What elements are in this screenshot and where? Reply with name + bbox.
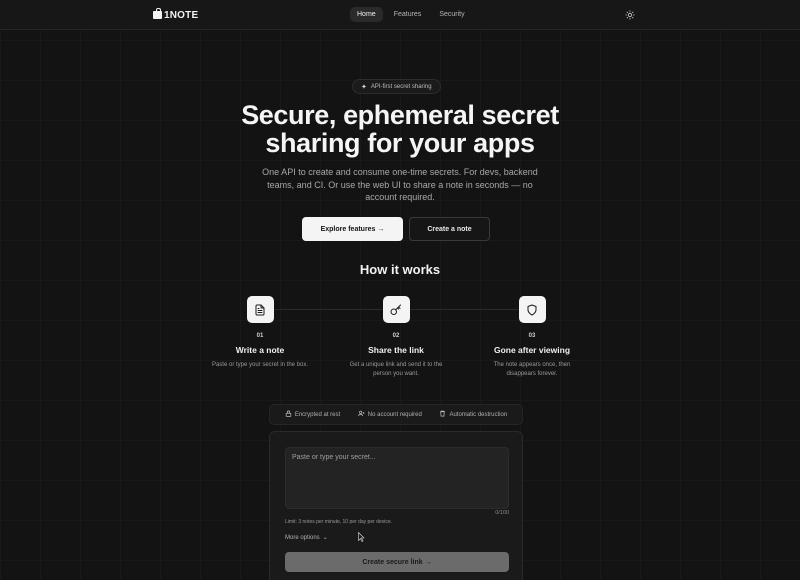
sparkle-icon: ✦ xyxy=(361,83,367,91)
feature-label: Automatic destruction xyxy=(449,411,508,418)
key-icon xyxy=(382,296,410,323)
features-strip: Encrypted at rest No account required Au… xyxy=(269,404,523,425)
logo-mark-icon xyxy=(153,8,162,19)
feature-encrypted: Encrypted at rest xyxy=(285,410,340,419)
step-description: The note appears once, then disappears f… xyxy=(493,362,571,377)
nav-security[interactable]: Security xyxy=(432,7,471,22)
step-number: 02 xyxy=(392,333,400,339)
feature-label: No account required xyxy=(367,411,422,418)
nav-home[interactable]: Home xyxy=(350,7,383,22)
feature-no-account: No account required xyxy=(358,410,422,419)
hero-badge: ✦ API-first secret sharing xyxy=(352,79,441,94)
hero-title-line-1: Secure, ephemeral secret xyxy=(241,100,559,130)
hero-badge-label: API-first secret sharing xyxy=(370,83,432,90)
sun-icon[interactable] xyxy=(625,10,635,20)
secret-input[interactable] xyxy=(285,447,509,509)
how-it-works-title: How it works xyxy=(359,262,441,277)
create-secure-link-button[interactable]: Create secure link → xyxy=(285,552,509,572)
step-number: 03 xyxy=(528,333,536,339)
step-write-note: 01 Write a note Paste or type your secre… xyxy=(195,296,325,370)
nav-features[interactable]: Features xyxy=(387,7,429,22)
shield-icon xyxy=(518,296,546,323)
step-description: Paste or type your secret in the box. xyxy=(211,362,309,368)
feature-label: Encrypted at rest xyxy=(294,411,341,418)
page: 1NOTE Home Features Security ✦ API-first… xyxy=(0,0,800,580)
explore-features-button[interactable]: Explore features → xyxy=(302,217,403,241)
step-share-link: 02 Share the link Get a unique link and … xyxy=(331,296,461,378)
create-note-card: 0/100 Limit: 3 notes per minute, 10 per … xyxy=(269,431,523,580)
document-icon xyxy=(246,296,274,323)
hero-title: Secure, ephemeral secret sharing for you… xyxy=(180,101,620,157)
step-title: Write a note xyxy=(235,345,285,355)
create-note-button[interactable]: Create a note xyxy=(409,217,490,241)
step-number: 01 xyxy=(256,333,264,339)
top-navbar: 1NOTE Home Features Security xyxy=(0,0,800,30)
lock-icon xyxy=(285,410,292,419)
hero-subtitle: One API to create and consume one-time s… xyxy=(262,167,538,202)
chevron-down-icon: ⌄ xyxy=(322,535,328,541)
user-x-icon xyxy=(358,410,365,419)
more-options-label: More options xyxy=(285,534,320,541)
char-counter: 0/100 xyxy=(495,510,509,516)
feature-auto-destruction: Automatic destruction xyxy=(439,410,507,419)
trash-icon xyxy=(439,410,446,419)
step-title: Gone after viewing xyxy=(493,345,571,355)
more-options-toggle[interactable]: More options ⌄ xyxy=(285,534,328,542)
main-nav: Home Features Security xyxy=(350,7,472,22)
hero-title-line-2: sharing for your apps xyxy=(265,128,535,158)
step-description: Get a unique link and send it to the per… xyxy=(349,362,443,377)
logo[interactable]: 1NOTE xyxy=(153,8,199,21)
step-title: Share the link xyxy=(368,345,424,355)
rate-limit-text: Limit: 3 notes per minute, 10 per day pe… xyxy=(285,519,393,525)
step-gone-after-viewing: 03 Gone after viewing The note appears o… xyxy=(467,296,597,378)
logo-text: 1NOTE xyxy=(164,9,199,21)
mouse-cursor-icon xyxy=(358,531,365,544)
